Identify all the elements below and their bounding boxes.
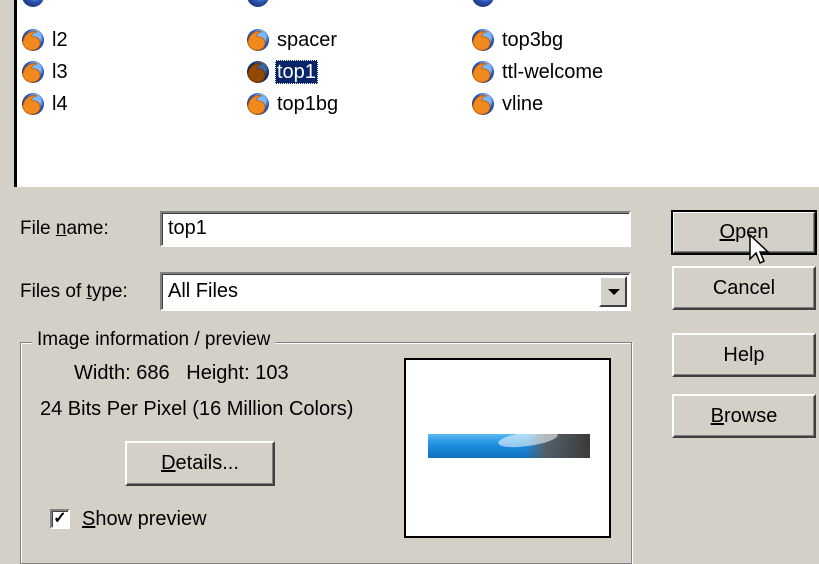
firefox-image-icon [21,28,45,52]
browse-button[interactable]: Browse [672,394,816,438]
firefox-image-icon [471,92,495,116]
details-button[interactable]: Details... [125,441,275,486]
file-name: ttl-welcome [502,61,604,83]
file-item[interactable]: vline [471,90,545,118]
firefox-image-icon [471,60,495,84]
file-name: vline [502,93,544,115]
file-name: top1bg [277,93,339,115]
file-item[interactable]: l2 [21,26,70,54]
image-dimensions: Width: 686 Height: 103 [74,362,289,384]
image-preview [404,358,611,538]
firefox-image-icon [21,60,45,84]
file-name-label: File name: [20,218,109,239]
file-name: l2 [52,29,68,51]
image-bit-depth: 24 Bits Per Pixel (16 Million Colors) [40,398,354,420]
file-item[interactable]: spacer [246,26,339,54]
firefox-image-icon [246,28,270,52]
file-name: top1 [275,60,318,84]
image-info-group-title: Image information / preview [32,329,276,351]
firefox-image-icon [246,92,270,116]
file-item[interactable]: l3 [21,58,70,86]
file-item[interactable]: top3bg [471,26,565,54]
show-preview-checkbox[interactable]: ✓ [50,509,70,529]
firefox-image-icon [21,92,45,116]
file-item[interactable]: top1bg [246,90,340,118]
file-name: top3bg [502,29,564,51]
open-button[interactable]: Open [671,210,817,255]
file-item[interactable]: ttl-welcome [471,58,605,86]
preview-thumbnail [428,434,590,458]
file-list[interactable]: l2 l3 l4 spacer top1 top1bg top3bg ttl-w… [14,0,819,187]
help-button[interactable]: Help [672,333,816,377]
show-preview-label[interactable]: Show preview [82,508,207,531]
file-icon-partial [471,0,500,8]
file-icon-partial [246,0,275,8]
dropdown-arrow-icon[interactable] [599,276,627,307]
firefox-image-icon [246,60,270,84]
file-item[interactable]: l4 [21,90,70,118]
file-name: spacer [277,29,338,51]
file-name: l3 [52,61,68,83]
file-type-label: Files of type: [20,281,128,302]
file-name-input[interactable]: top1 [160,211,631,247]
file-name: l4 [52,93,68,115]
firefox-image-icon [471,28,495,52]
cancel-button[interactable]: Cancel [672,266,816,310]
file-item-selected[interactable]: top1 [246,58,318,86]
file-icon-partial [21,0,50,8]
file-type-select[interactable]: All Files [160,272,631,311]
mouse-cursor-icon [749,234,770,265]
